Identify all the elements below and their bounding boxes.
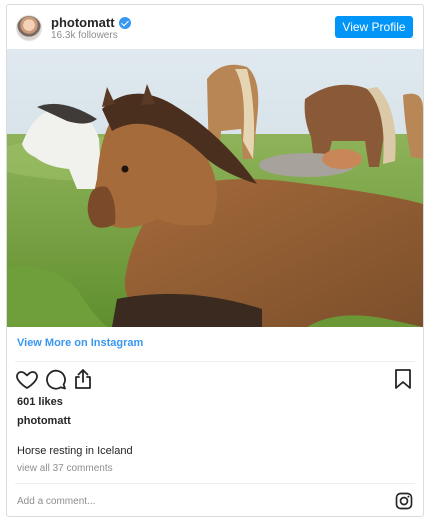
header-username[interactable]: photomatt <box>51 15 115 30</box>
post-username[interactable]: photomatt <box>17 415 71 427</box>
verified-badge-icon <box>118 16 131 29</box>
action-bar <box>7 367 423 393</box>
like-count[interactable]: 601 likes <box>17 396 63 408</box>
avatar[interactable] <box>16 15 42 41</box>
view-profile-button[interactable]: View Profile <box>335 16 413 38</box>
instagram-embed-card: photomatt 16.3k followers View Profile V… <box>6 4 424 517</box>
view-comments-link[interactable]: view all 37 comments <box>17 463 113 474</box>
share-icon[interactable] <box>71 367 95 391</box>
view-more-link[interactable]: View More on Instagram <box>17 337 143 349</box>
divider <box>15 483 415 484</box>
bookmark-icon[interactable] <box>391 367 415 391</box>
post-header: photomatt 16.3k followers View Profile <box>7 5 423 49</box>
divider <box>15 361 415 362</box>
post-photo[interactable] <box>7 49 423 327</box>
follower-count: 16.3k followers <box>51 30 118 41</box>
horse-photo <box>7 49 423 327</box>
post-caption: Horse resting in Iceland <box>17 445 133 457</box>
comment-icon[interactable] <box>43 367 67 391</box>
username-row: photomatt <box>51 15 131 30</box>
heart-icon[interactable] <box>15 367 39 391</box>
add-comment-input[interactable]: Add a comment... <box>17 496 95 507</box>
instagram-icon[interactable] <box>394 491 414 511</box>
